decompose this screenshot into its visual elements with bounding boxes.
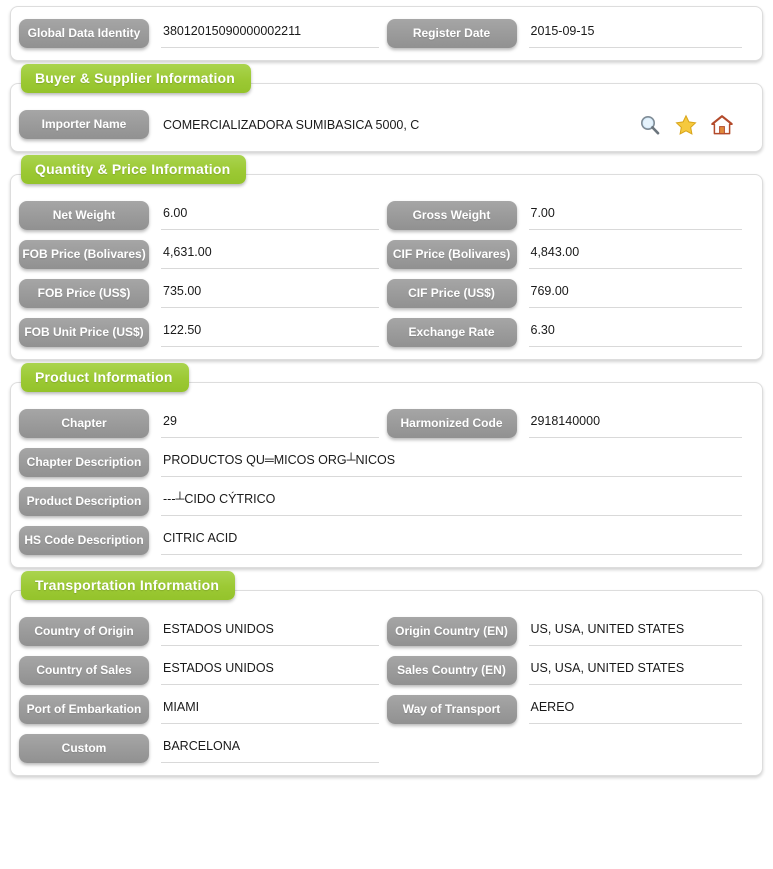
cif-price-usd-value: 769.00 xyxy=(528,279,742,308)
field-product-description: Product Description ---┴CIDO CÝTRICO xyxy=(19,487,754,516)
harmonized-code-label: Harmonized Code xyxy=(386,409,517,438)
field-origin-country-en: Origin Country (EN) US, USA, UNITED STAT… xyxy=(386,617,755,646)
fob-price-bolivares-value: 4,631.00 xyxy=(161,240,379,269)
chapter-label: Chapter xyxy=(19,409,149,438)
field-harmonized-code: Harmonized Code 2918140000 xyxy=(386,409,755,438)
hs-code-description-label: HS Code Description xyxy=(19,526,149,555)
importer-name-value: COMERCIALIZADORA SUMIBASICA 5000, C xyxy=(163,117,420,132)
chapter-description-value: PRODUCTOS QU═MICOS ORG┴NICOS xyxy=(161,448,742,477)
gross-weight-value: 7.00 xyxy=(528,201,742,230)
cif-price-bolivares-value: 4,843.00 xyxy=(528,240,742,269)
country-of-sales-value: ESTADOS UNIDOS xyxy=(161,656,379,685)
country-of-sales-label: Country of Sales xyxy=(19,656,149,685)
global-data-identity-label: Global Data Identity xyxy=(19,19,149,48)
custom-row: Custom BARCELONA xyxy=(19,734,754,763)
port-of-embarkation-value: MIAMI xyxy=(161,695,379,724)
field-fob-unit-price-usd: FOB Unit Price (US$) 122.50 xyxy=(19,318,387,347)
field-country-of-origin: Country of Origin ESTADOS UNIDOS xyxy=(19,617,387,646)
field-fob-price-bolivares: FOB Price (Bolivares) 4,631.00 xyxy=(19,240,387,269)
origin-country-en-value: US, USA, UNITED STATES xyxy=(528,617,742,646)
search-icon[interactable] xyxy=(638,113,662,137)
cif-price-bolivares-label: CIF Price (Bolivares) xyxy=(386,240,517,269)
field-chapter: Chapter 29 xyxy=(19,409,387,438)
product-description-row: Product Description ---┴CIDO CÝTRICO xyxy=(19,487,754,516)
global-data-identity-value: 38012015090000002211 xyxy=(161,19,379,48)
field-global-data-identity: Global Data Identity 3801201509000000221… xyxy=(19,19,387,48)
port-of-embarkation-label: Port of Embarkation xyxy=(19,695,149,724)
sales-country-en-value: US, USA, UNITED STATES xyxy=(528,656,742,685)
chapter-row: Chapter 29 Harmonized Code 2918140000 xyxy=(19,409,754,438)
exchange-rate-value: 6.30 xyxy=(528,318,742,347)
chapter-description-row: Chapter Description PRODUCTOS QU═MICOS O… xyxy=(19,448,754,477)
home-icon[interactable] xyxy=(710,113,734,137)
product-description-value: ---┴CIDO CÝTRICO xyxy=(161,487,742,516)
exchange-rate-label: Exchange Rate xyxy=(386,318,517,347)
field-register-date: Register Date 2015-09-15 xyxy=(386,19,755,48)
origin-row: Country of Origin ESTADOS UNIDOS Origin … xyxy=(19,617,754,646)
fob-price-usd-label: FOB Price (US$) xyxy=(19,279,149,308)
custom-value: BARCELONA xyxy=(161,734,379,763)
field-cif-price-usd: CIF Price (US$) 769.00 xyxy=(386,279,755,308)
sales-country-en-label: Sales Country (EN) xyxy=(386,656,517,685)
field-sales-country-en: Sales Country (EN) US, USA, UNITED STATE… xyxy=(386,656,755,685)
field-chapter-description: Chapter Description PRODUCTOS QU═MICOS O… xyxy=(19,448,754,477)
section-title-transportation-information: Transportation Information xyxy=(21,571,236,600)
fob-price-bolivares-label: FOB Price (Bolivares) xyxy=(19,240,149,269)
product-information-card: Product Information Chapter 29 Harmonize… xyxy=(10,363,763,568)
usd-price-row: FOB Price (US$) 735.00 CIF Price (US$) 7… xyxy=(19,279,754,308)
way-of-transport-value: AEREO xyxy=(528,695,742,724)
field-way-of-transport: Way of Transport AEREO xyxy=(386,695,755,724)
field-hs-code-description: HS Code Description CITRIC ACID xyxy=(19,526,754,555)
field-gross-weight: Gross Weight 7.00 xyxy=(386,201,755,230)
cif-price-usd-label: CIF Price (US$) xyxy=(386,279,517,308)
sales-row: Country of Sales ESTADOS UNIDOS Sales Co… xyxy=(19,656,754,685)
weights-row: Net Weight 6.00 Gross Weight 7.00 xyxy=(19,201,754,230)
field-custom: Custom BARCELONA xyxy=(19,734,387,763)
buyer-supplier-card: Buyer & Supplier Information Importer Na… xyxy=(10,64,763,152)
country-of-origin-value: ESTADOS UNIDOS xyxy=(161,617,379,646)
origin-country-en-label: Origin Country (EN) xyxy=(386,617,517,646)
importer-name-label: Importer Name xyxy=(19,110,149,139)
register-date-value: 2015-09-15 xyxy=(528,19,742,48)
way-of-transport-label: Way of Transport xyxy=(386,695,517,724)
quantity-price-card: Quantity & Price Information Net Weight … xyxy=(10,155,763,360)
field-cif-price-bolivares: CIF Price (Bolivares) 4,843.00 xyxy=(386,240,755,269)
embarkation-row: Port of Embarkation MIAMI Way of Transpo… xyxy=(19,695,754,724)
product-description-label: Product Description xyxy=(19,487,149,516)
field-net-weight: Net Weight 6.00 xyxy=(19,201,387,230)
custom-label: Custom xyxy=(19,734,149,763)
identity-card: Global Data Identity 3801201509000000221… xyxy=(10,6,763,61)
country-of-origin-label: Country of Origin xyxy=(19,617,149,646)
transportation-information-card: Transportation Information Country of Or… xyxy=(10,571,763,776)
gross-weight-label: Gross Weight xyxy=(386,201,517,230)
unit-price-row: FOB Unit Price (US$) 122.50 Exchange Rat… xyxy=(19,318,754,347)
register-date-label: Register Date xyxy=(386,19,517,48)
importer-row: Importer Name COMERCIALIZADORA SUMIBASIC… xyxy=(19,110,754,139)
section-title-quantity-price: Quantity & Price Information xyxy=(21,155,247,184)
chapter-description-label: Chapter Description xyxy=(19,448,149,477)
identity-row: Global Data Identity 3801201509000000221… xyxy=(19,19,754,48)
fob-unit-price-usd-value: 122.50 xyxy=(161,318,379,347)
record-action-icons xyxy=(638,113,754,137)
chapter-value: 29 xyxy=(161,409,379,438)
field-fob-price-usd: FOB Price (US$) 735.00 xyxy=(19,279,387,308)
fob-unit-price-usd-label: FOB Unit Price (US$) xyxy=(19,318,149,347)
field-port-of-embarkation: Port of Embarkation MIAMI xyxy=(19,695,387,724)
net-weight-label: Net Weight xyxy=(19,201,149,230)
trade-record-page: Global Data Identity 3801201509000000221… xyxy=(0,0,773,776)
field-country-of-sales: Country of Sales ESTADOS UNIDOS xyxy=(19,656,387,685)
field-exchange-rate: Exchange Rate 6.30 xyxy=(386,318,755,347)
hs-code-description-row: HS Code Description CITRIC ACID xyxy=(19,526,754,555)
section-title-product-information: Product Information xyxy=(21,363,189,392)
star-icon[interactable] xyxy=(674,113,698,137)
harmonized-code-value: 2918140000 xyxy=(528,409,742,438)
net-weight-value: 6.00 xyxy=(161,201,379,230)
hs-code-description-value: CITRIC ACID xyxy=(161,526,742,555)
fob-price-usd-value: 735.00 xyxy=(161,279,379,308)
section-title-buyer-supplier: Buyer & Supplier Information xyxy=(21,64,252,93)
bolivares-price-row: FOB Price (Bolivares) 4,631.00 CIF Price… xyxy=(19,240,754,269)
